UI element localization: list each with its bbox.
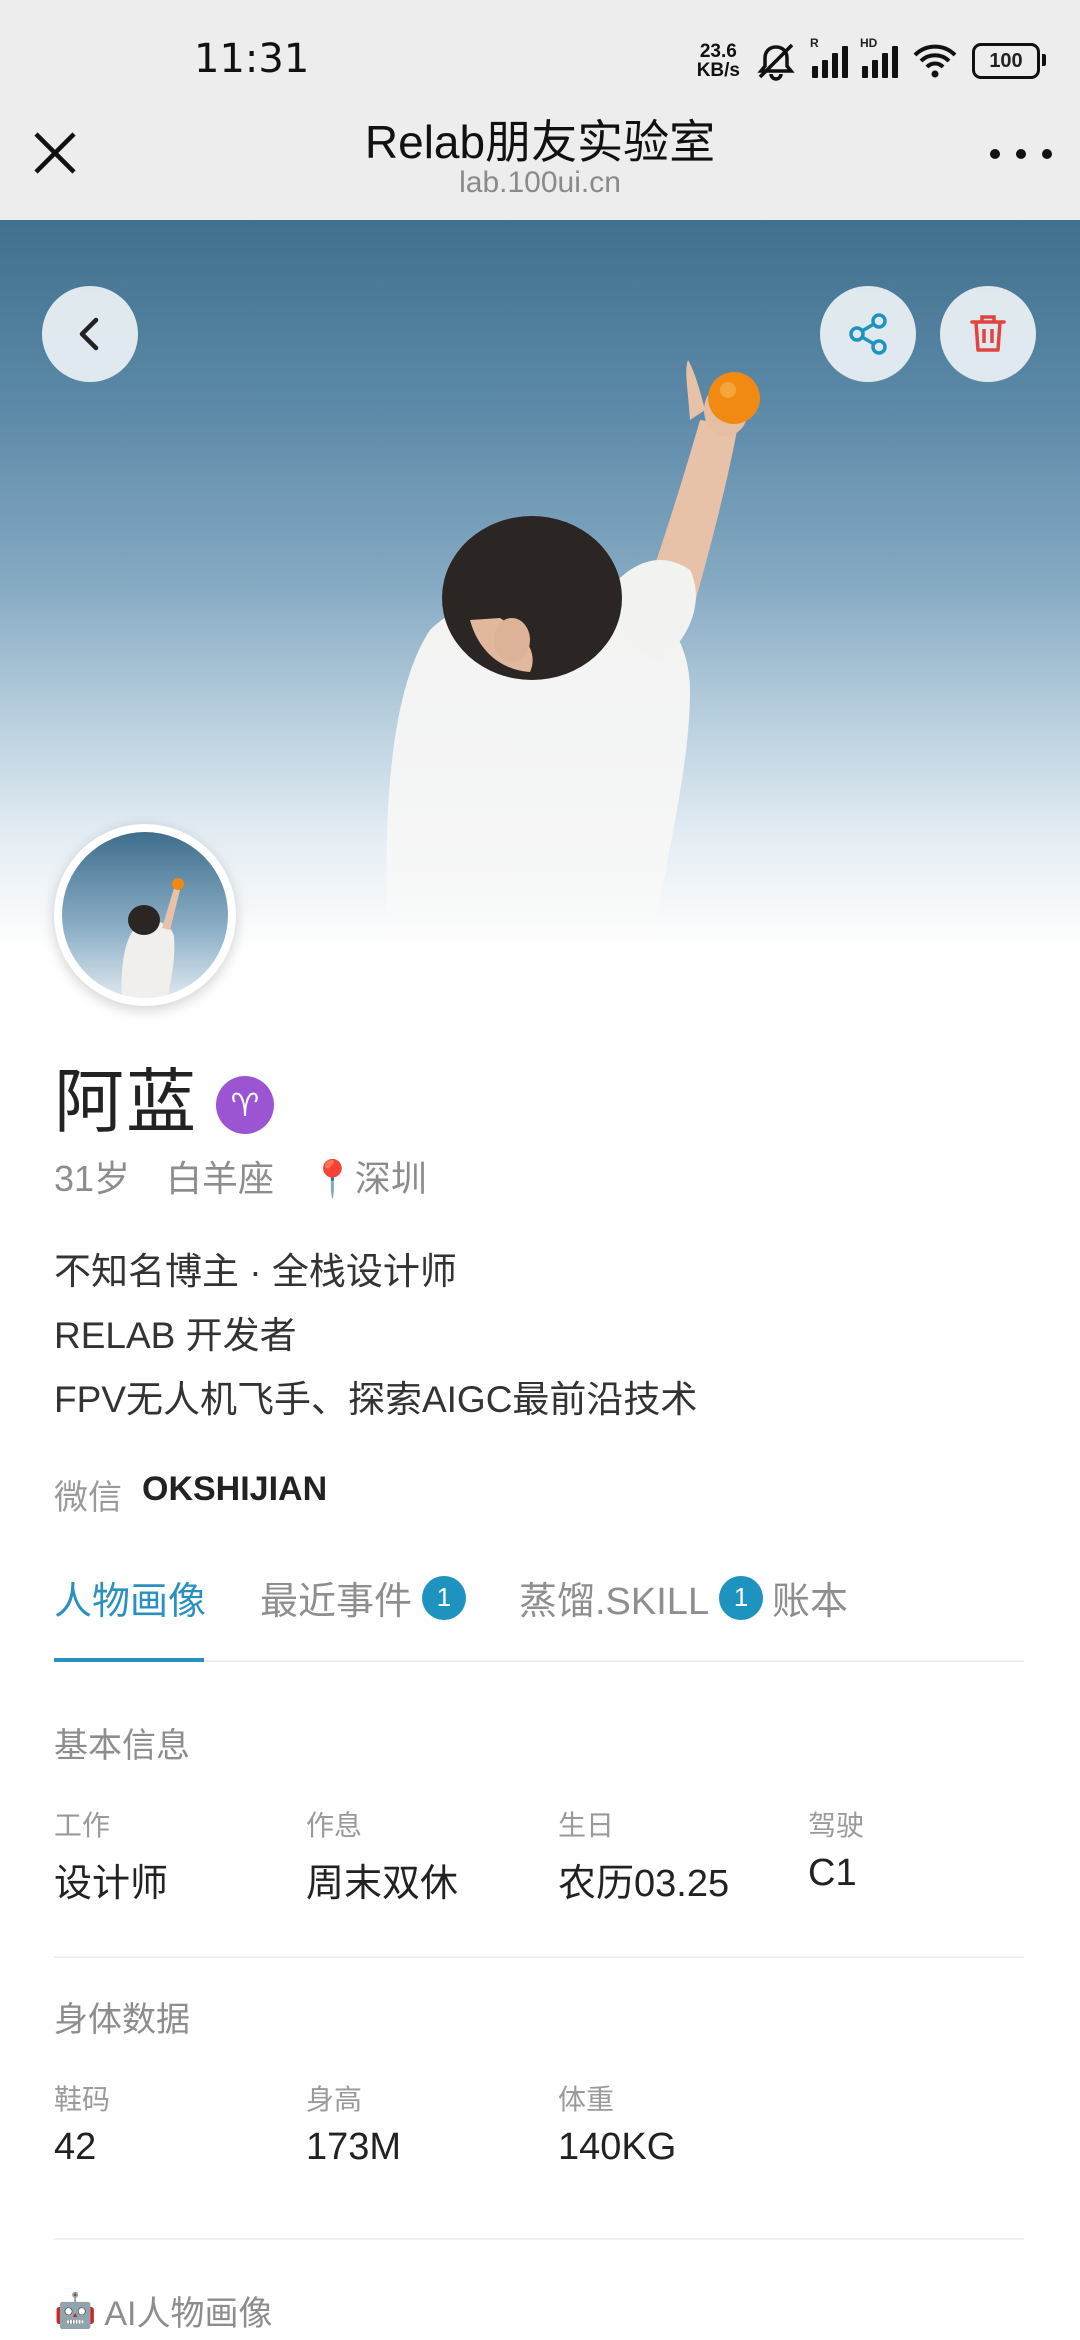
status-bar: 11:31 23.6 KB/s R HD 100 [0, 0, 1080, 104]
zodiac-symbol: ♈ [230, 1087, 260, 1123]
wechat-id[interactable]: OKSHIJIAN [142, 1470, 327, 1519]
wechat-row: 微信 OKSHIJIAN [54, 1470, 327, 1519]
aries-icon: ♈ [216, 1076, 274, 1134]
field-label-job: 工作 [54, 1810, 111, 1841]
network-speed-unit: KB/s [696, 60, 740, 81]
profile-zodiac: 白羊座 [166, 1158, 275, 1199]
field-value-height: 173M [306, 2126, 402, 2168]
tab-label: 蒸馏.SKILL [519, 1581, 710, 1623]
dot-icon [1016, 149, 1026, 159]
wechat-label: 微信 [54, 1479, 122, 1517]
tab-label: 账本 [772, 1581, 849, 1623]
bio-line: FPV无人机飞手、探索AIGC最前沿技术 [54, 1379, 698, 1420]
tab-recent-events[interactable]: 最近事件 1 [260, 1570, 467, 1625]
field-label-birthday: 生日 [558, 1810, 615, 1841]
tab-distill-skill[interactable]: 蒸馏.SKILL 1 [519, 1570, 764, 1625]
tab-label: 最近事件 [260, 1581, 413, 1623]
battery-icon: 100 [972, 43, 1046, 79]
trash-icon [970, 315, 1006, 352]
page-domain: lab.100ui.cn [459, 166, 621, 199]
mute-icon [757, 43, 795, 81]
delete-button[interactable] [940, 286, 1036, 382]
robot-icon: 🤖 [54, 2291, 97, 2330]
avatar[interactable] [54, 824, 236, 1006]
field-value-weight: 140KG [558, 2126, 677, 2168]
field-value-schedule: 周末双休 [306, 1863, 459, 1905]
bio-line: 不知名博主 · 全栈设计师 [54, 1251, 457, 1292]
share-icon [849, 313, 887, 355]
field-value-birthday: 农历03.25 [558, 1863, 730, 1905]
avatar-image [62, 832, 228, 998]
field-label-height: 身高 [306, 2084, 363, 2115]
field-value-job: 设计师 [54, 1863, 169, 1905]
share-button[interactable] [820, 286, 916, 382]
dot-icon [990, 149, 1000, 159]
network-speed: 23.6 KB/s [697, 42, 740, 80]
tab-count-badge: 1 [719, 1575, 764, 1620]
dot-icon [1042, 149, 1052, 159]
tab-ledger[interactable]: 账本 [772, 1570, 848, 1625]
battery-level: 100 [989, 49, 1023, 72]
field-label-shoe-size: 鞋码 [54, 2084, 111, 2115]
profile-location-text: 深圳 [354, 1158, 427, 1199]
location-pin-icon: 📍 [310, 1158, 355, 1199]
field-value-driving: C1 [808, 1852, 857, 1894]
status-time: 11:31 [194, 36, 310, 82]
body-data-title: 身体数据 [54, 2001, 190, 2039]
active-tab-indicator [54, 1658, 204, 1662]
ai-portrait-title: 🤖 AI人物画像 [54, 2286, 272, 2335]
field-label-weight: 体重 [558, 2084, 615, 2115]
tab-label: 人物画像 [54, 1581, 207, 1623]
back-button[interactable] [42, 286, 138, 382]
field-label-schedule: 作息 [306, 1810, 363, 1841]
profile-meta: 31岁 白羊座 📍深圳 [54, 1150, 427, 1202]
signal-sim2-icon: HD [860, 36, 898, 78]
chevron-left-icon [79, 317, 99, 351]
tab-count-badge: 1 [422, 1575, 467, 1620]
profile-name: 阿蓝 [54, 1063, 198, 1141]
profile-bio: 不知名博主 · 全栈设计师 RELAB 开发者 FPV无人机飞手、探索AIGC最… [54, 1240, 697, 1432]
basic-info-title: 基本信息 [54, 1727, 190, 1765]
profile-age: 31岁 [54, 1158, 131, 1199]
section-divider [54, 2238, 1024, 2240]
bio-line: RELAB 开发者 [54, 1315, 297, 1356]
field-label-driving: 驾驶 [808, 1810, 865, 1841]
ai-portrait-label: AI人物画像 [104, 2295, 273, 2333]
tab-portrait[interactable]: 人物画像 [54, 1570, 206, 1625]
network-speed-value: 23.6 [699, 41, 737, 62]
mini-program-title-bar: Relab朋友实验室 lab.100ui.cn [0, 104, 1080, 220]
field-value-shoe-size: 42 [54, 2126, 97, 2168]
section-divider [54, 1956, 1024, 1958]
status-icons: 23.6 KB/s R HD 100 [697, 36, 1046, 84]
page-title: Relab朋友实验室 [364, 116, 716, 168]
more-menu-button[interactable] [990, 134, 1052, 174]
profile-location: 📍深圳 [310, 1150, 427, 1202]
profile-tabs: 人物画像 最近事件 1 蒸馏.SKILL 1 账本 [54, 1560, 1024, 1662]
wifi-icon [913, 44, 957, 78]
signal-sim1-icon: R [810, 36, 848, 78]
